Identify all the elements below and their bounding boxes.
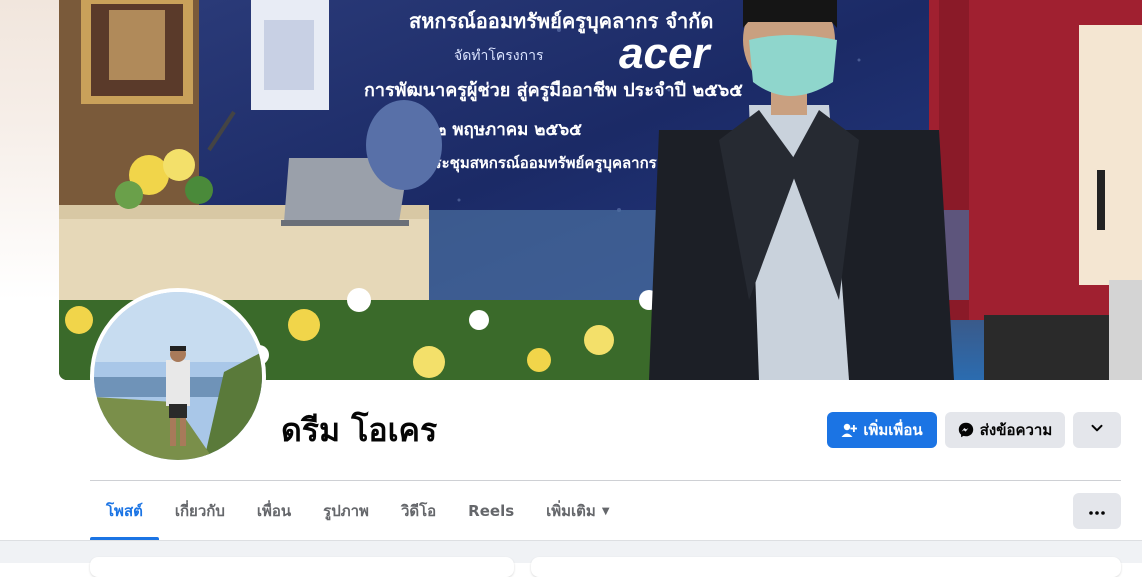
tab-posts[interactable]: โพสต์ [90,482,159,540]
tab-videos[interactable]: วิดีโอ [385,482,452,540]
tab-posts-label: โพสต์ [106,502,143,520]
ellipsis-icon [1089,502,1105,520]
banner-text-4: ๒๒ พฤษภาคม ๒๕๖๕ [424,120,582,140]
sponsor-logo: acer [619,29,712,78]
tab-friends-label: เพื่อน [256,502,292,520]
tab-more-label: เพิ่มเติม [546,502,596,520]
tab-more[interactable]: เพิ่มเติม ▼ [530,482,625,540]
tab-about-label: เกี่ยวกับ [174,502,225,520]
composer-card [531,557,1121,577]
profile-name: ดรีม โอเคร [281,411,438,449]
add-friend-label: เพิ่มเพื่อน [863,421,923,439]
tab-photos[interactable]: รูปภาพ [307,482,385,540]
person-add-icon [841,422,858,438]
message-label: ส่งข้อความ [979,421,1053,439]
chevron-down-icon [1090,421,1104,439]
intro-card [90,557,514,577]
more-options-button[interactable] [1073,493,1121,529]
banner-text-2: จัดทำโครงการ [454,47,544,64]
profile-tabs: โพสต์ เกี่ยวกับ เพื่อน รูปภาพ วิดีโอ Ree… [90,482,626,540]
avatar[interactable] [94,292,262,460]
add-friend-button[interactable]: เพิ่มเพื่อน [827,412,937,448]
page-left-edge [0,0,60,300]
banner-text-5: ประชุมสหกรณ์ออมทรัพย์ครูบุคลากร [424,154,658,173]
tab-about[interactable]: เกี่ยวกับ [159,482,241,540]
tab-photos-label: รูปภาพ [323,502,369,520]
tab-friends[interactable]: เพื่อน [241,482,307,540]
tab-reels[interactable]: Reels [452,482,530,540]
profile-divider [90,480,1121,481]
message-button[interactable]: ส่งข้อความ [945,412,1065,448]
profile-dropdown-button[interactable] [1073,412,1121,448]
tab-videos-label: วิดีโอ [400,502,437,520]
caret-down-icon: ▼ [601,505,610,517]
tab-reels-label: Reels [468,502,515,520]
messenger-icon [958,422,974,438]
banner-text-3: การพัฒนาครูผู้ช่วย สู่ครูมืออาชีพ ประจำป… [364,80,743,102]
